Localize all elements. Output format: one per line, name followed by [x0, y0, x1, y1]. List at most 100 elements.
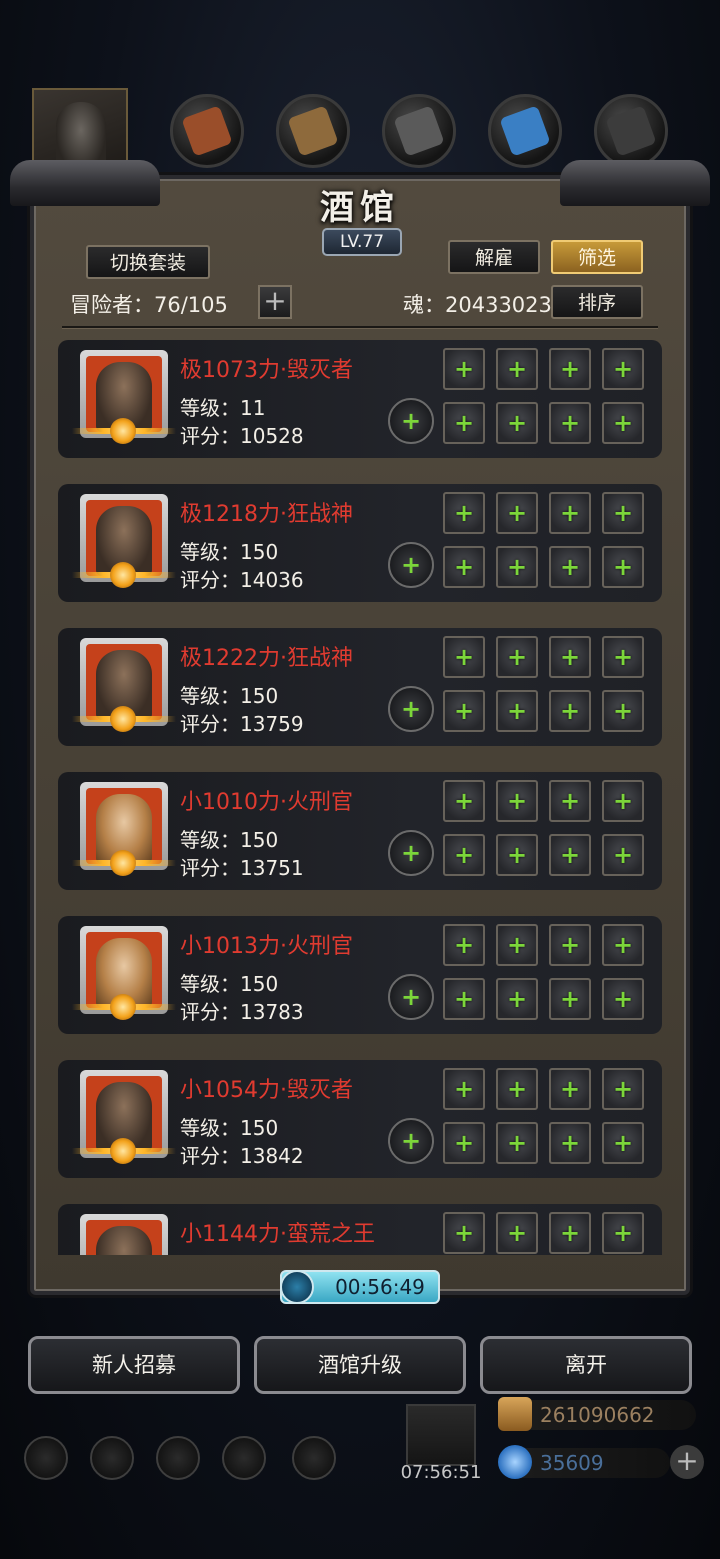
ring2-slot-icon[interactable] [602, 690, 644, 732]
hero-card[interactable]: 小1054力·毁灭者 等级：150 评分：13842 [58, 1060, 662, 1178]
switch-outfit-button[interactable]: 切换套装 [86, 245, 210, 279]
armor-slot-icon[interactable] [496, 546, 538, 588]
necklace-slot-icon[interactable] [496, 636, 538, 678]
hero-level: 等级：150 [180, 828, 279, 852]
weapon-slot-icon[interactable] [388, 830, 434, 876]
necklace-slot-icon[interactable] [496, 348, 538, 390]
shoulder-slot-icon[interactable] [549, 1068, 591, 1110]
necklace-slot-icon[interactable] [496, 924, 538, 966]
shoulder-slot-icon[interactable] [549, 636, 591, 678]
filter-button[interactable]: 筛选 [551, 240, 643, 274]
hero-level: 等级：150 [180, 972, 279, 996]
gold-resource: 261090662 [498, 1397, 696, 1431]
divider [62, 326, 658, 328]
rank-medal-icon [110, 994, 136, 1020]
ring2-slot-icon[interactable] [602, 978, 644, 1020]
helmet-slot-icon[interactable] [443, 1212, 485, 1254]
hero-score: 评分：13842 [180, 1144, 304, 1168]
hero-card[interactable]: 小1013力·火刑官 等级：150 评分：13783 [58, 916, 662, 1034]
wrist-slot-icon[interactable] [602, 924, 644, 966]
shoulder-slot-icon[interactable] [549, 924, 591, 966]
weapon-slot-icon[interactable] [388, 398, 434, 444]
ring-slot-icon[interactable] [549, 690, 591, 732]
offhand-slot-icon[interactable] [443, 546, 485, 588]
shoulder-slot-icon[interactable] [549, 780, 591, 822]
add-gems-button[interactable]: + [670, 1445, 704, 1479]
armor-slot-icon[interactable] [496, 978, 538, 1020]
ring2-slot-icon[interactable] [602, 402, 644, 444]
shoulder-slot-icon[interactable] [549, 348, 591, 390]
hero-name: 小1144力·蛮荒之王 [180, 1222, 375, 1247]
necklace-slot-icon[interactable] [496, 1068, 538, 1110]
helmet-slot-icon[interactable] [443, 780, 485, 822]
armor-slot-icon[interactable] [496, 1122, 538, 1164]
shoulder-slot-icon[interactable] [549, 1212, 591, 1254]
sort-button[interactable]: 排序 [551, 285, 643, 319]
wrist-slot-icon[interactable] [602, 1212, 644, 1254]
ring2-slot-icon[interactable] [602, 834, 644, 876]
helmet-slot-icon[interactable] [443, 1068, 485, 1110]
hero-name: 小1013力·火刑官 [180, 934, 353, 959]
gem-amount: 35609 [540, 1451, 604, 1475]
upgrade-tavern-button[interactable]: 酒馆升级 [254, 1336, 466, 1394]
add-adventurer-slot-button[interactable]: + [258, 285, 292, 319]
hero-score: 评分：13783 [180, 1000, 304, 1024]
achievement-icon[interactable] [90, 1436, 134, 1480]
ring-slot-icon[interactable] [549, 1122, 591, 1164]
hero-list[interactable]: 极1073力·毁灭者 等级：11 评分：10528 极1218力·狂战神 等级：… [58, 340, 662, 1255]
hero-card[interactable]: 极1222力·狂战神 等级：150 评分：13759 [58, 628, 662, 746]
ring-slot-icon[interactable] [549, 834, 591, 876]
armor-slot-icon[interactable] [496, 402, 538, 444]
offhand-slot-icon[interactable] [443, 690, 485, 732]
handshake-icon[interactable] [292, 1436, 336, 1480]
necklace-slot-icon[interactable] [496, 492, 538, 534]
ring-slot-icon[interactable] [549, 546, 591, 588]
offhand-slot-icon[interactable] [443, 1122, 485, 1164]
hero-card[interactable]: 小1010力·火刑官 等级：150 评分：13751 [58, 772, 662, 890]
dismiss-button[interactable]: 解雇 [448, 240, 540, 274]
weapon-slot-icon[interactable] [388, 686, 434, 732]
armor-slot-icon[interactable] [496, 690, 538, 732]
ring-slot-icon[interactable] [549, 402, 591, 444]
rank-medal-icon [110, 562, 136, 588]
wrist-slot-icon[interactable] [602, 780, 644, 822]
wrist-slot-icon[interactable] [602, 348, 644, 390]
hero-card[interactable]: 极1073力·毁灭者 等级：11 评分：10528 [58, 340, 662, 458]
weapon-slot-icon[interactable] [388, 1118, 434, 1164]
ring-slot-icon[interactable] [549, 978, 591, 1020]
helmet-slot-icon[interactable] [443, 636, 485, 678]
weapon-slot-icon[interactable] [388, 974, 434, 1020]
rank-medal-icon [110, 850, 136, 876]
weapon-slot-icon[interactable] [388, 542, 434, 588]
armor-slot-icon[interactable] [496, 834, 538, 876]
ring2-slot-icon[interactable] [602, 1122, 644, 1164]
settings-icon[interactable] [24, 1436, 68, 1480]
offhand-slot-icon[interactable] [443, 834, 485, 876]
wrist-slot-icon[interactable] [602, 492, 644, 534]
wrist-slot-icon[interactable] [602, 1068, 644, 1110]
wrist-slot-icon[interactable] [602, 636, 644, 678]
hero-level: 等级：150 [180, 1116, 279, 1140]
necklace-slot-icon[interactable] [496, 780, 538, 822]
hero-card[interactable]: 小1144力·蛮荒之王 [58, 1204, 662, 1255]
mail-icon[interactable] [222, 1436, 266, 1480]
tavern-level-badge: LV.77 [322, 228, 402, 256]
hero-card[interactable]: 极1218力·狂战神 等级：150 评分：14036 [58, 484, 662, 602]
necklace-slot-icon[interactable] [496, 1212, 538, 1254]
shop-icon[interactable] [156, 1436, 200, 1480]
page-title: 酒馆 [320, 188, 400, 228]
ring2-slot-icon[interactable] [602, 546, 644, 588]
rank-medal-icon [110, 706, 136, 732]
gold-amount: 261090662 [540, 1403, 655, 1427]
helmet-slot-icon[interactable] [443, 348, 485, 390]
helmet-slot-icon[interactable] [443, 924, 485, 966]
recruit-button[interactable]: 新人招募 [28, 1336, 240, 1394]
leave-button[interactable]: 离开 [480, 1336, 692, 1394]
gift-box-icon[interactable] [406, 1404, 476, 1466]
hero-name: 极1218力·狂战神 [180, 502, 353, 527]
offhand-slot-icon[interactable] [443, 402, 485, 444]
hero-score: 评分：14036 [180, 568, 304, 592]
shoulder-slot-icon[interactable] [549, 492, 591, 534]
offhand-slot-icon[interactable] [443, 978, 485, 1020]
helmet-slot-icon[interactable] [443, 492, 485, 534]
